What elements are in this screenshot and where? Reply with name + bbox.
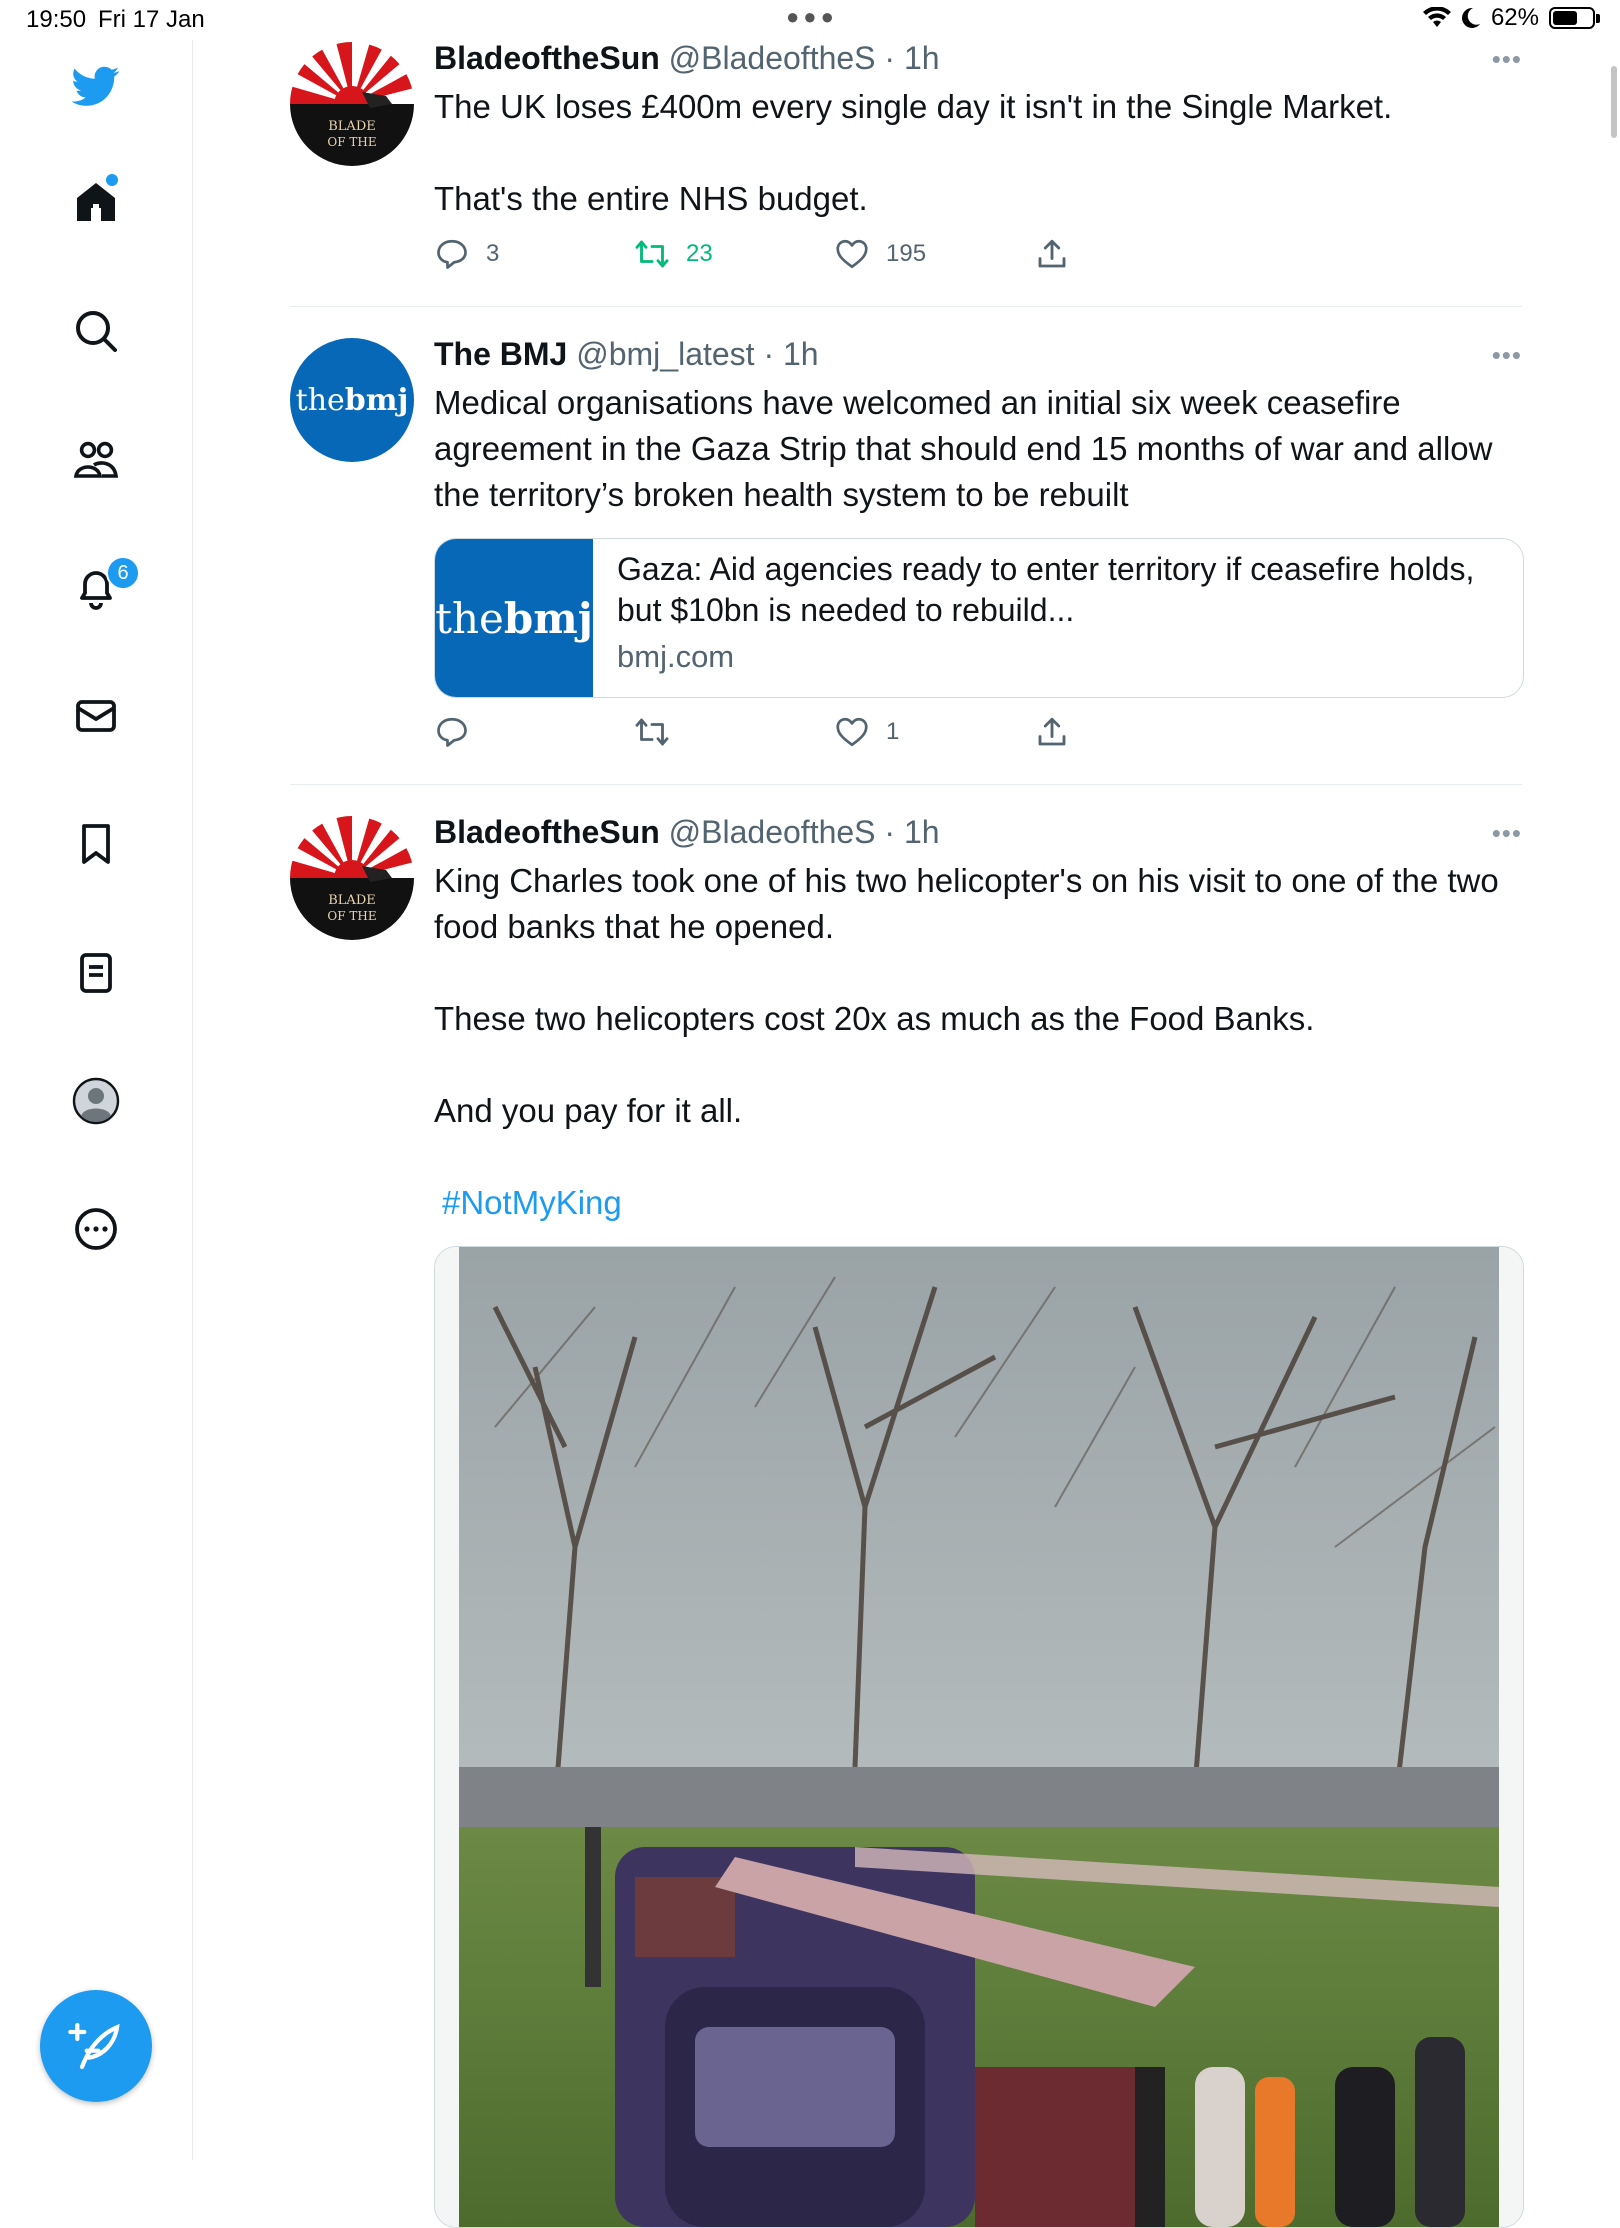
card-domain: bmj.com <box>617 639 735 674</box>
retweet-button[interactable]: 23 <box>634 236 713 272</box>
tweet-header: BladeoftheSun @BladeoftheS · 1h <box>434 40 940 77</box>
bookmark-icon[interactable] <box>66 814 126 874</box>
home-unread-dot <box>106 174 118 186</box>
tweet-paragraph: King Charles took one of his two helicop… <box>434 862 1499 945</box>
compose-tweet-button[interactable] <box>40 1990 152 2102</box>
like-count: 1 <box>886 718 900 745</box>
more-options-icon[interactable]: ••• <box>1492 44 1522 75</box>
retweet-icon <box>635 240 669 268</box>
battery-percent: 62% <box>1490 4 1539 31</box>
like-count: 195 <box>886 240 927 267</box>
more-options-icon[interactable]: ••• <box>1492 340 1522 371</box>
tweet-text: King Charles took one of his two helicop… <box>434 858 1514 1226</box>
time-separator: · <box>754 336 783 372</box>
scrollbar[interactable] <box>1611 66 1617 138</box>
tweet-actions: 3 23 195 <box>434 236 1154 276</box>
more-options-icon[interactable]: ••• <box>1492 818 1522 849</box>
tweet-header: The BMJ @bmj_latest · 1h <box>434 336 819 373</box>
feather-plus-icon <box>68 2022 120 2070</box>
author-name[interactable]: BladeoftheSun <box>434 40 660 76</box>
search-icon[interactable] <box>66 301 126 361</box>
tweet-time[interactable]: 1h <box>904 40 940 76</box>
tweet-actions: 1 <box>434 714 1154 754</box>
svg-text:OF THE: OF THE <box>327 135 376 149</box>
reply-icon <box>437 717 467 747</box>
status-time: 19:50 <box>26 6 87 33</box>
heart-icon <box>836 239 868 269</box>
share-icon <box>1038 717 1066 746</box>
tweet-media-image[interactable] <box>434 1246 1524 2228</box>
status-date: Fri 17 Jan <box>98 6 205 33</box>
battery-icon <box>1549 7 1600 29</box>
tweet-divider <box>290 784 1522 785</box>
avatar[interactable]: BLADE OF THE <box>290 816 414 940</box>
more-circle-icon[interactable] <box>66 1199 126 1259</box>
author-name[interactable]: The BMJ <box>434 336 567 372</box>
retweet-icon <box>635 718 669 746</box>
tweet-header: BladeoftheSun @BladeoftheS · 1h <box>434 814 940 851</box>
tweet-paragraph: Medical organisations have welcomed an i… <box>434 384 1493 513</box>
tweet-time[interactable]: 1h <box>904 814 940 850</box>
like-button[interactable]: 195 <box>834 236 926 272</box>
reply-count: 3 <box>486 240 500 267</box>
share-button[interactable] <box>1034 236 1070 272</box>
list-icon[interactable] <box>66 943 126 1003</box>
people-icon[interactable] <box>66 430 126 490</box>
tweet-time[interactable]: 1h <box>783 336 819 372</box>
author-handle[interactable]: @BladeoftheS <box>669 40 876 76</box>
link-preview-card[interactable]: thebmj Gaza: Aid agencies ready to enter… <box>434 538 1524 698</box>
retweet-count: 23 <box>686 240 713 267</box>
battery-fill <box>1553 11 1577 25</box>
status-indicators: 62% <box>1422 4 1600 32</box>
hashtag-link[interactable]: #NotMyKing <box>434 1180 1514 1226</box>
tweet-paragraph: These two helicopters cost 20x as much a… <box>434 1000 1315 1037</box>
share-button[interactable] <box>1034 714 1070 750</box>
notification-count-badge: 6 <box>106 556 140 590</box>
heart-icon <box>836 717 868 747</box>
avatar[interactable]: thebmj <box>290 338 414 462</box>
author-name[interactable]: BladeoftheSun <box>434 814 660 850</box>
tweet-paragraph: The UK loses £400m every single day it i… <box>434 88 1393 125</box>
svg-text:OF THE: OF THE <box>327 909 376 923</box>
profile-icon[interactable] <box>66 1071 126 1131</box>
svg-text:BLADE: BLADE <box>328 119 376 134</box>
wifi-icon <box>1422 7 1451 27</box>
twitter-logo-icon[interactable] <box>66 56 126 116</box>
status-bar: 19:50 Fri 17 Jan ●●● 62% <box>0 0 1620 40</box>
avatar[interactable]: BLADE OF THE <box>290 42 414 166</box>
tweet-text: Medical organisations have welcomed an i… <box>434 380 1494 518</box>
svg-text:BLADE: BLADE <box>328 893 376 908</box>
time-separator: · <box>875 814 904 850</box>
tweet-divider <box>290 306 1522 307</box>
like-button[interactable]: 1 <box>834 714 899 750</box>
author-handle[interactable]: @BladeoftheS <box>669 814 876 850</box>
author-handle[interactable]: @bmj_latest <box>576 336 754 372</box>
multitasking-dots-icon[interactable]: ●●● <box>786 4 838 30</box>
tweet-text: The UK loses £400m every single day it i… <box>434 84 1534 222</box>
reply-button[interactable]: 3 <box>434 236 499 272</box>
tweet-paragraph: That's the entire NHS budget. <box>434 180 868 217</box>
tweet-paragraph: And you pay for it all. <box>434 1092 743 1129</box>
time-separator: · <box>875 40 904 76</box>
reply-button[interactable] <box>434 714 486 750</box>
reply-icon <box>437 239 467 269</box>
card-title: Gaza: Aid agencies ready to enter territ… <box>617 551 1475 628</box>
share-icon <box>1038 239 1066 268</box>
envelope-icon[interactable] <box>66 686 126 746</box>
card-thumbnail: thebmj <box>435 539 593 697</box>
retweet-button[interactable] <box>634 714 686 750</box>
moon-icon <box>1461 7 1480 28</box>
